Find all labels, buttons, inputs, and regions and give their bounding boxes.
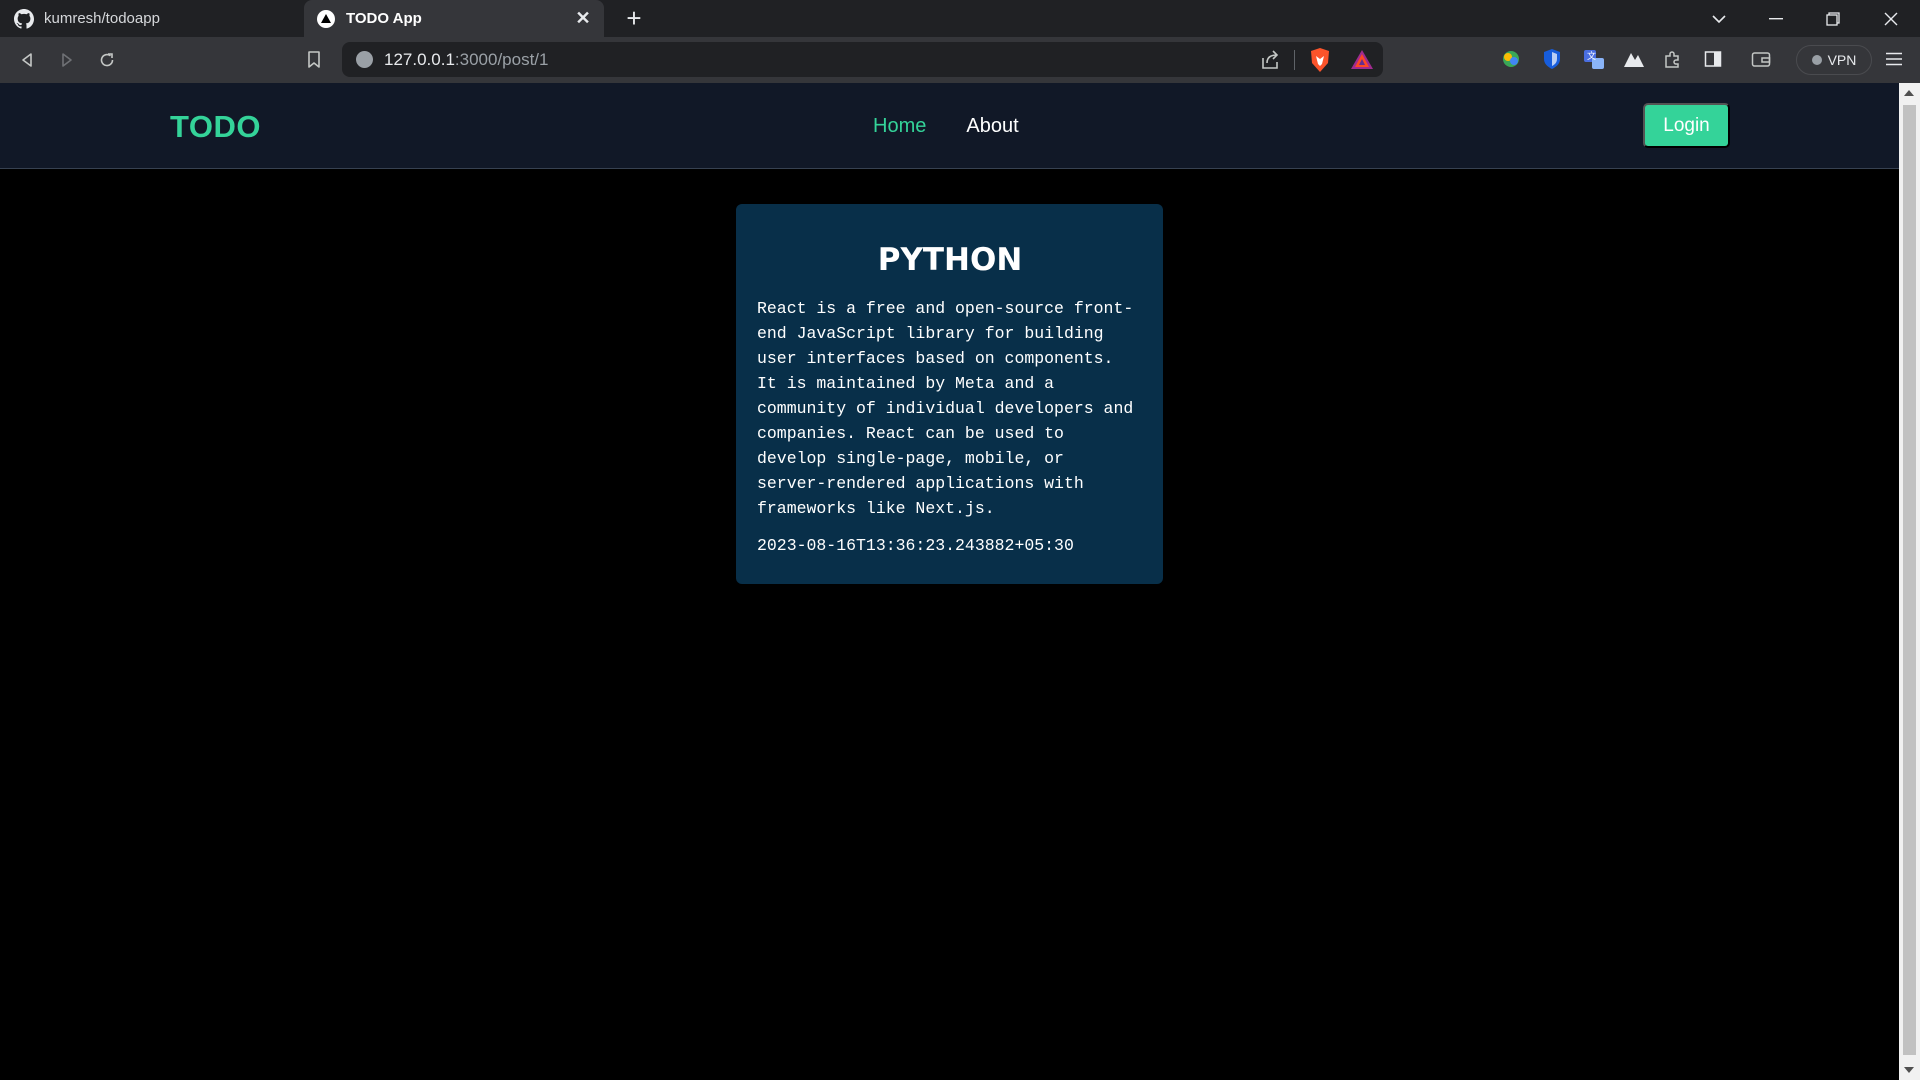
post-card: PYTHON React is a free and open-source f… [736,204,1163,584]
site-info-icon[interactable] [356,51,373,68]
forward-icon[interactable] [52,45,82,75]
scroll-down-icon[interactable] [1904,1067,1914,1073]
scroll-up-icon[interactable] [1904,90,1914,96]
vertical-scrollbar[interactable] [1899,83,1920,1080]
scrollbar-thumb[interactable] [1903,105,1916,1055]
reload-icon[interactable] [92,45,122,75]
sidebar-toggle-icon[interactable] [1699,45,1727,73]
extension-colorful-icon[interactable] [1497,45,1525,73]
tab-title: kumresh/todoapp [44,10,160,27]
bookmark-icon[interactable] [299,45,329,75]
extensions-puzzle-icon[interactable] [1659,45,1687,73]
tab-github[interactable]: kumresh/todoapp [0,0,300,37]
url-text[interactable]: 127.0.0.1:3000/post/1 [384,50,548,70]
menu-hamburger-icon[interactable] [1880,45,1908,73]
tab-title: TODO App [346,10,422,27]
address-bar[interactable]: 127.0.0.1:3000/post/1 [342,42,1383,77]
nav-links: Home About [873,115,1019,138]
brave-shields-icon[interactable] [1308,47,1332,73]
minimize-button[interactable] [1756,0,1796,37]
nav-home-link[interactable]: Home [873,115,926,138]
vpn-status-icon [1811,55,1822,65]
tab-search-icon[interactable] [1699,0,1739,37]
site-navbar: TODO Home About Login [0,83,1899,169]
svg-text:文: 文 [1587,50,1596,62]
close-window-button[interactable] [1871,0,1911,37]
extension-mountain-icon[interactable] [1620,45,1648,73]
login-button[interactable]: Login [1643,103,1730,148]
vercel-triangle-icon [316,9,336,29]
browser-toolbar: 127.0.0.1:3000/post/1 文 VPN [0,37,1920,83]
post-title: PYTHON [877,242,1023,278]
brand-logo[interactable]: TODO [170,109,261,145]
wallet-icon[interactable] [1747,45,1775,73]
post-timestamp: 2023-08-16T13:36:23.243882+05:30 [757,536,1074,555]
post-body: React is a free and open-source front-en… [757,299,1134,518]
back-icon[interactable] [12,45,42,75]
extension-shield-icon[interactable] [1538,45,1566,73]
extension-translate-icon[interactable]: 文 [1580,45,1608,73]
tab-todo-app[interactable]: TODO App ✕ [304,0,604,37]
browser-tab-bar: kumresh/todoapp TODO App ✕ + [0,0,1920,37]
nav-about-link[interactable]: About [966,115,1018,138]
share-icon[interactable] [1258,48,1282,72]
restore-button[interactable] [1813,0,1853,37]
github-icon [14,8,34,29]
vpn-button[interactable]: VPN [1796,45,1872,75]
new-tab-button[interactable]: + [620,4,648,32]
page-viewport: TODO Home About Login PYTHON React is a … [0,83,1899,1080]
brave-rewards-icon[interactable] [1350,48,1374,72]
close-icon[interactable]: ✕ [574,9,592,27]
divider [1294,50,1295,70]
